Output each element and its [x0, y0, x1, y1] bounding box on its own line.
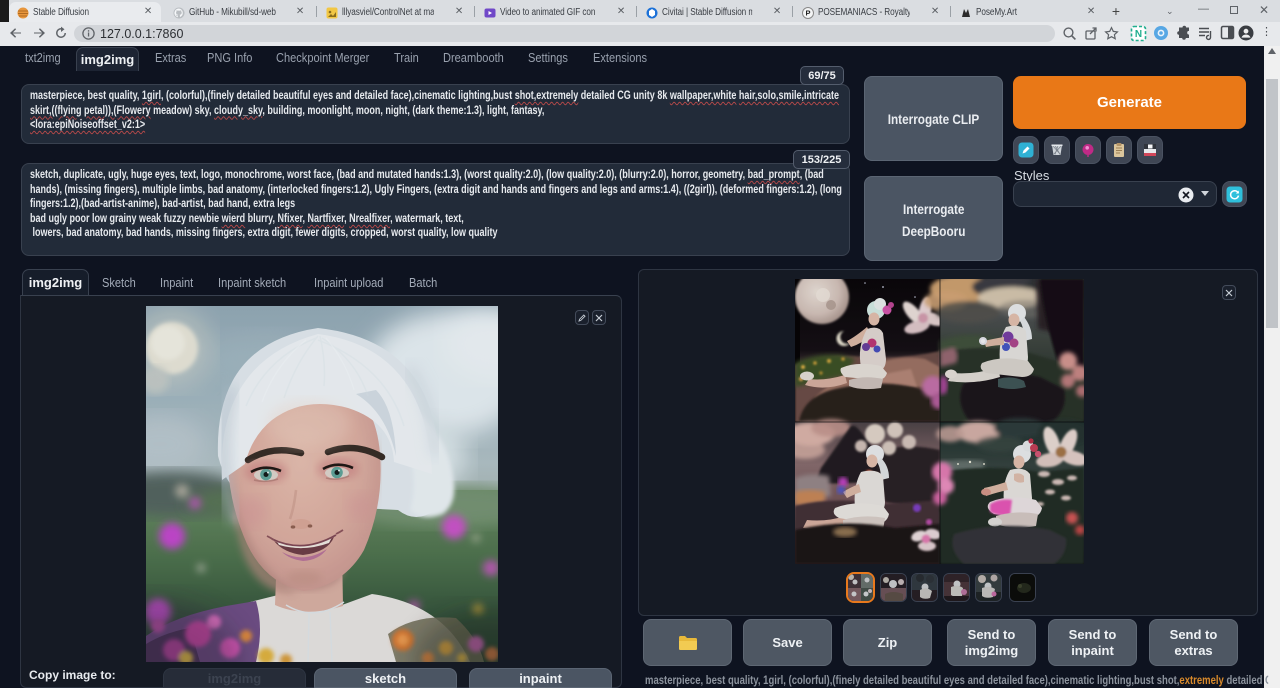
svg-text:P: P: [806, 9, 811, 18]
svg-text:N: N: [1135, 29, 1142, 40]
